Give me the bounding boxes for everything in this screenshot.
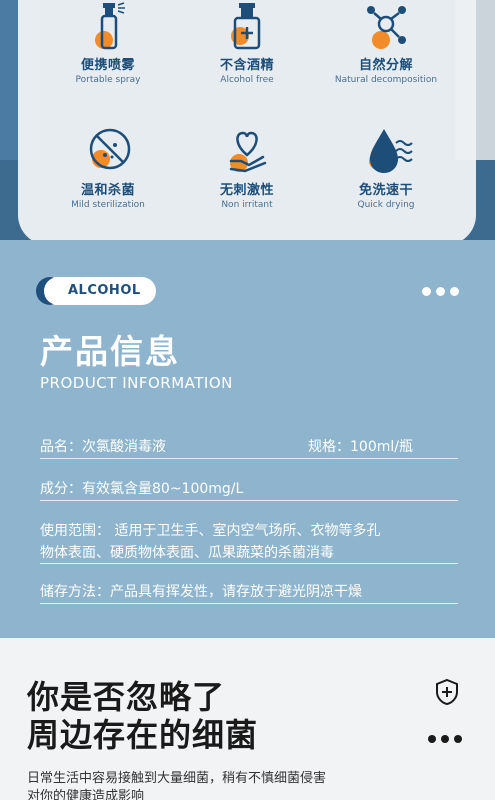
spray-bottle-icon <box>78 0 138 52</box>
tag-accent-mask <box>44 277 68 305</box>
feature-sub: Mild sterilization <box>71 200 145 210</box>
bacteria-section: 你是否忽略了 周边存在的细菌 日常生活中容易接触到大量细菌，稍有不慎细菌侵害 对… <box>0 638 495 800</box>
shield-plus-icon <box>435 678 459 706</box>
feature-sub: Portable spray <box>75 75 141 85</box>
heart-hand-icon <box>217 125 277 177</box>
more-dots-icon <box>422 287 459 296</box>
feature-name: 便携喷雾 <box>80 58 135 73</box>
product-name: 品名：次氯酸消毒液 <box>40 439 166 455</box>
alcohol-bottle-icon <box>217 0 277 52</box>
usage-line-1: 使用范围： 适用于卫生手、室内空气场所、衣物等多孔 <box>40 523 381 539</box>
feature-quick-drying: 免洗速干 Quick drying <box>316 125 456 210</box>
product-storage: 储存方法：产品具有挥发性，请存放于避光阴凉干燥 <box>40 584 362 600</box>
no-bacteria-icon <box>78 125 138 177</box>
product-ingredient: 成分：有效氯含量80~100mg/L <box>40 481 244 497</box>
bacteria-title-line-2: 周边存在的细菌 <box>27 716 259 754</box>
feature-natural-decomposition: 自然分解 Natural decomposition <box>316 0 456 85</box>
section-title: 产品信息 <box>40 332 180 371</box>
feature-sub: Natural decomposition <box>334 75 438 85</box>
usage-line-2: 物体表面、硬质物体表面、瓜果蔬菜的杀菌消毒 <box>40 545 334 561</box>
feature-sub: Alcohol free <box>220 75 274 85</box>
molecule-icon <box>356 0 416 52</box>
description-line-1: 日常生活中容易接触到大量细菌，稍有不慎细菌侵害 <box>27 771 327 786</box>
feature-mild-sterilization: 温和杀菌 Mild sterilization <box>38 125 178 210</box>
tag-label: ALCOHOL <box>68 283 141 298</box>
feature-alcohol-free: 不含酒精 Alcohol free <box>177 0 317 85</box>
features-card: 便携喷雾 Portable spray 不含酒精 Alcohol free 自然… <box>18 0 476 240</box>
feature-portable-spray: 便携喷雾 Portable spray <box>38 0 178 85</box>
section-subtitle: PRODUCT INFORMATION <box>40 374 233 392</box>
product-info-section: ALCOHOL 产品信息 PRODUCT INFORMATION 品名：次氯酸消… <box>0 240 495 638</box>
feature-sub: Non irritant <box>221 200 273 210</box>
info-row-name: 品名：次氯酸消毒液 规格：100ml/瓶 <box>40 436 458 459</box>
info-row-usage: 使用范围： 适用于卫生手、室内空气场所、衣物等多孔 物体表面、硬质物体表面、瓜果… <box>40 520 458 564</box>
info-row-storage: 储存方法：产品具有挥发性，请存放于避光阴凉干燥 <box>40 581 458 604</box>
alcohol-tag: ALCOHOL <box>36 277 156 305</box>
more-dots-icon <box>428 735 462 743</box>
feature-name: 不含酒精 <box>219 58 274 73</box>
info-row-ingredient: 成分：有效氯含量80~100mg/L <box>40 478 458 501</box>
feature-name: 免洗速干 <box>358 183 413 198</box>
features-section: 便携喷雾 Portable spray 不含酒精 Alcohol free 自然… <box>0 0 495 240</box>
feature-non-irritant: 无刺激性 Non irritant <box>177 125 317 210</box>
bacteria-description: 日常生活中容易接触到大量细菌，稍有不慎细菌侵害 对你的健康造成影响 <box>27 770 427 800</box>
product-spec: 规格：100ml/瓶 <box>308 439 413 455</box>
bacteria-title-line-1: 你是否忽略了 <box>27 678 226 716</box>
bacteria-title: 你是否忽略了 周边存在的细菌 <box>27 678 258 754</box>
feature-name: 无刺激性 <box>219 183 274 198</box>
feature-name: 温和杀菌 <box>80 183 135 198</box>
feature-name: 自然分解 <box>358 58 413 73</box>
description-line-2: 对你的健康造成影响 <box>27 789 145 800</box>
water-drop-icon <box>356 125 416 177</box>
feature-sub: Quick drying <box>357 200 415 210</box>
